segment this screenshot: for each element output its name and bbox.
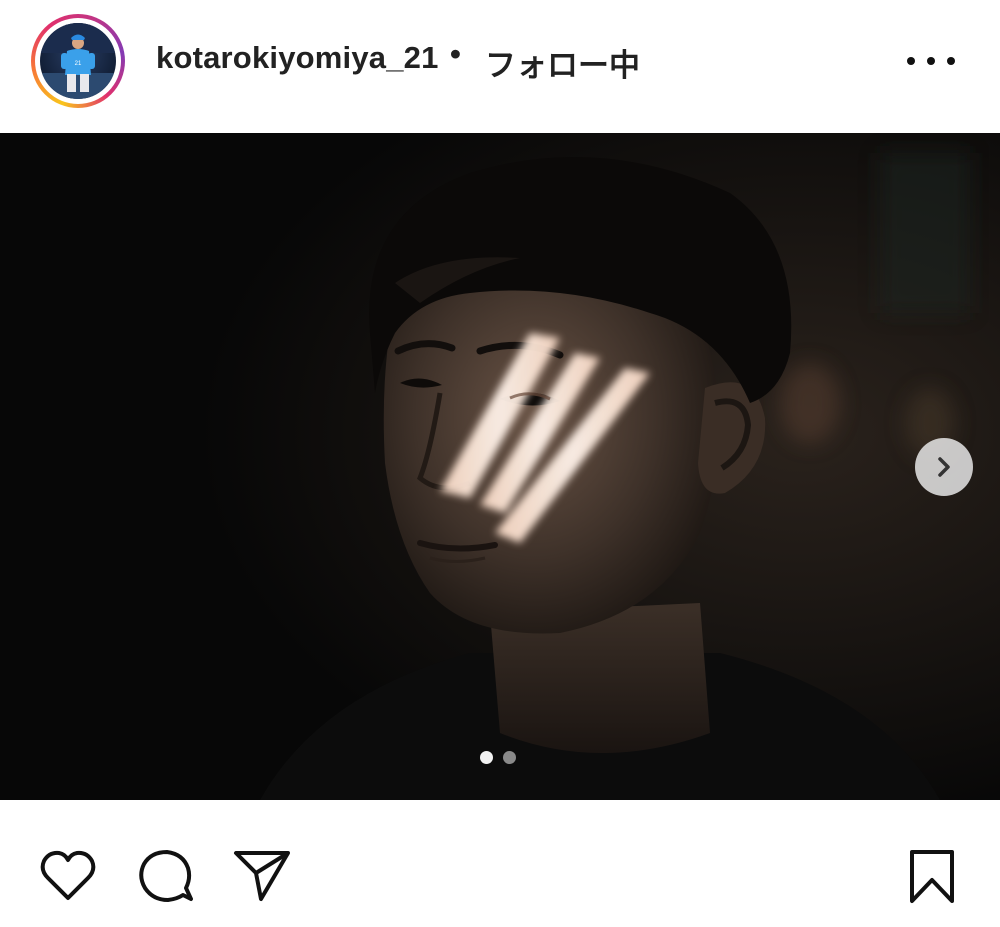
separator-dot: • [450,36,461,71]
follow-status-button[interactable]: フォロー中 [485,40,640,85]
svg-text:21: 21 [75,61,82,67]
carousel-dot [503,751,516,764]
comment-bubble-icon [139,850,193,902]
next-slide-button[interactable] [915,438,973,496]
heart-icon [40,850,96,900]
carousel-indicator [480,751,516,764]
avatar[interactable]: 21 [40,23,116,99]
save-button[interactable] [902,846,962,906]
share-button[interactable] [232,846,292,906]
chevron-right-icon [938,457,950,477]
post-photo[interactable] [0,133,1000,800]
story-ring[interactable]: 21 [31,14,125,108]
paper-plane-icon [234,851,290,901]
portrait-photo [0,133,1000,800]
comment-button[interactable] [135,846,195,906]
action-bar [0,800,1000,927]
bookmark-icon [910,850,954,903]
username[interactable]: kotarokiyomiya_21 [156,40,439,76]
post-header: 21 kotarokiyomiya_21 • フォロー中 [0,0,1000,133]
more-options-icon[interactable] [907,44,955,78]
avatar-image: 21 [40,23,116,99]
like-button[interactable] [38,846,98,906]
carousel-dot-active [480,751,493,764]
